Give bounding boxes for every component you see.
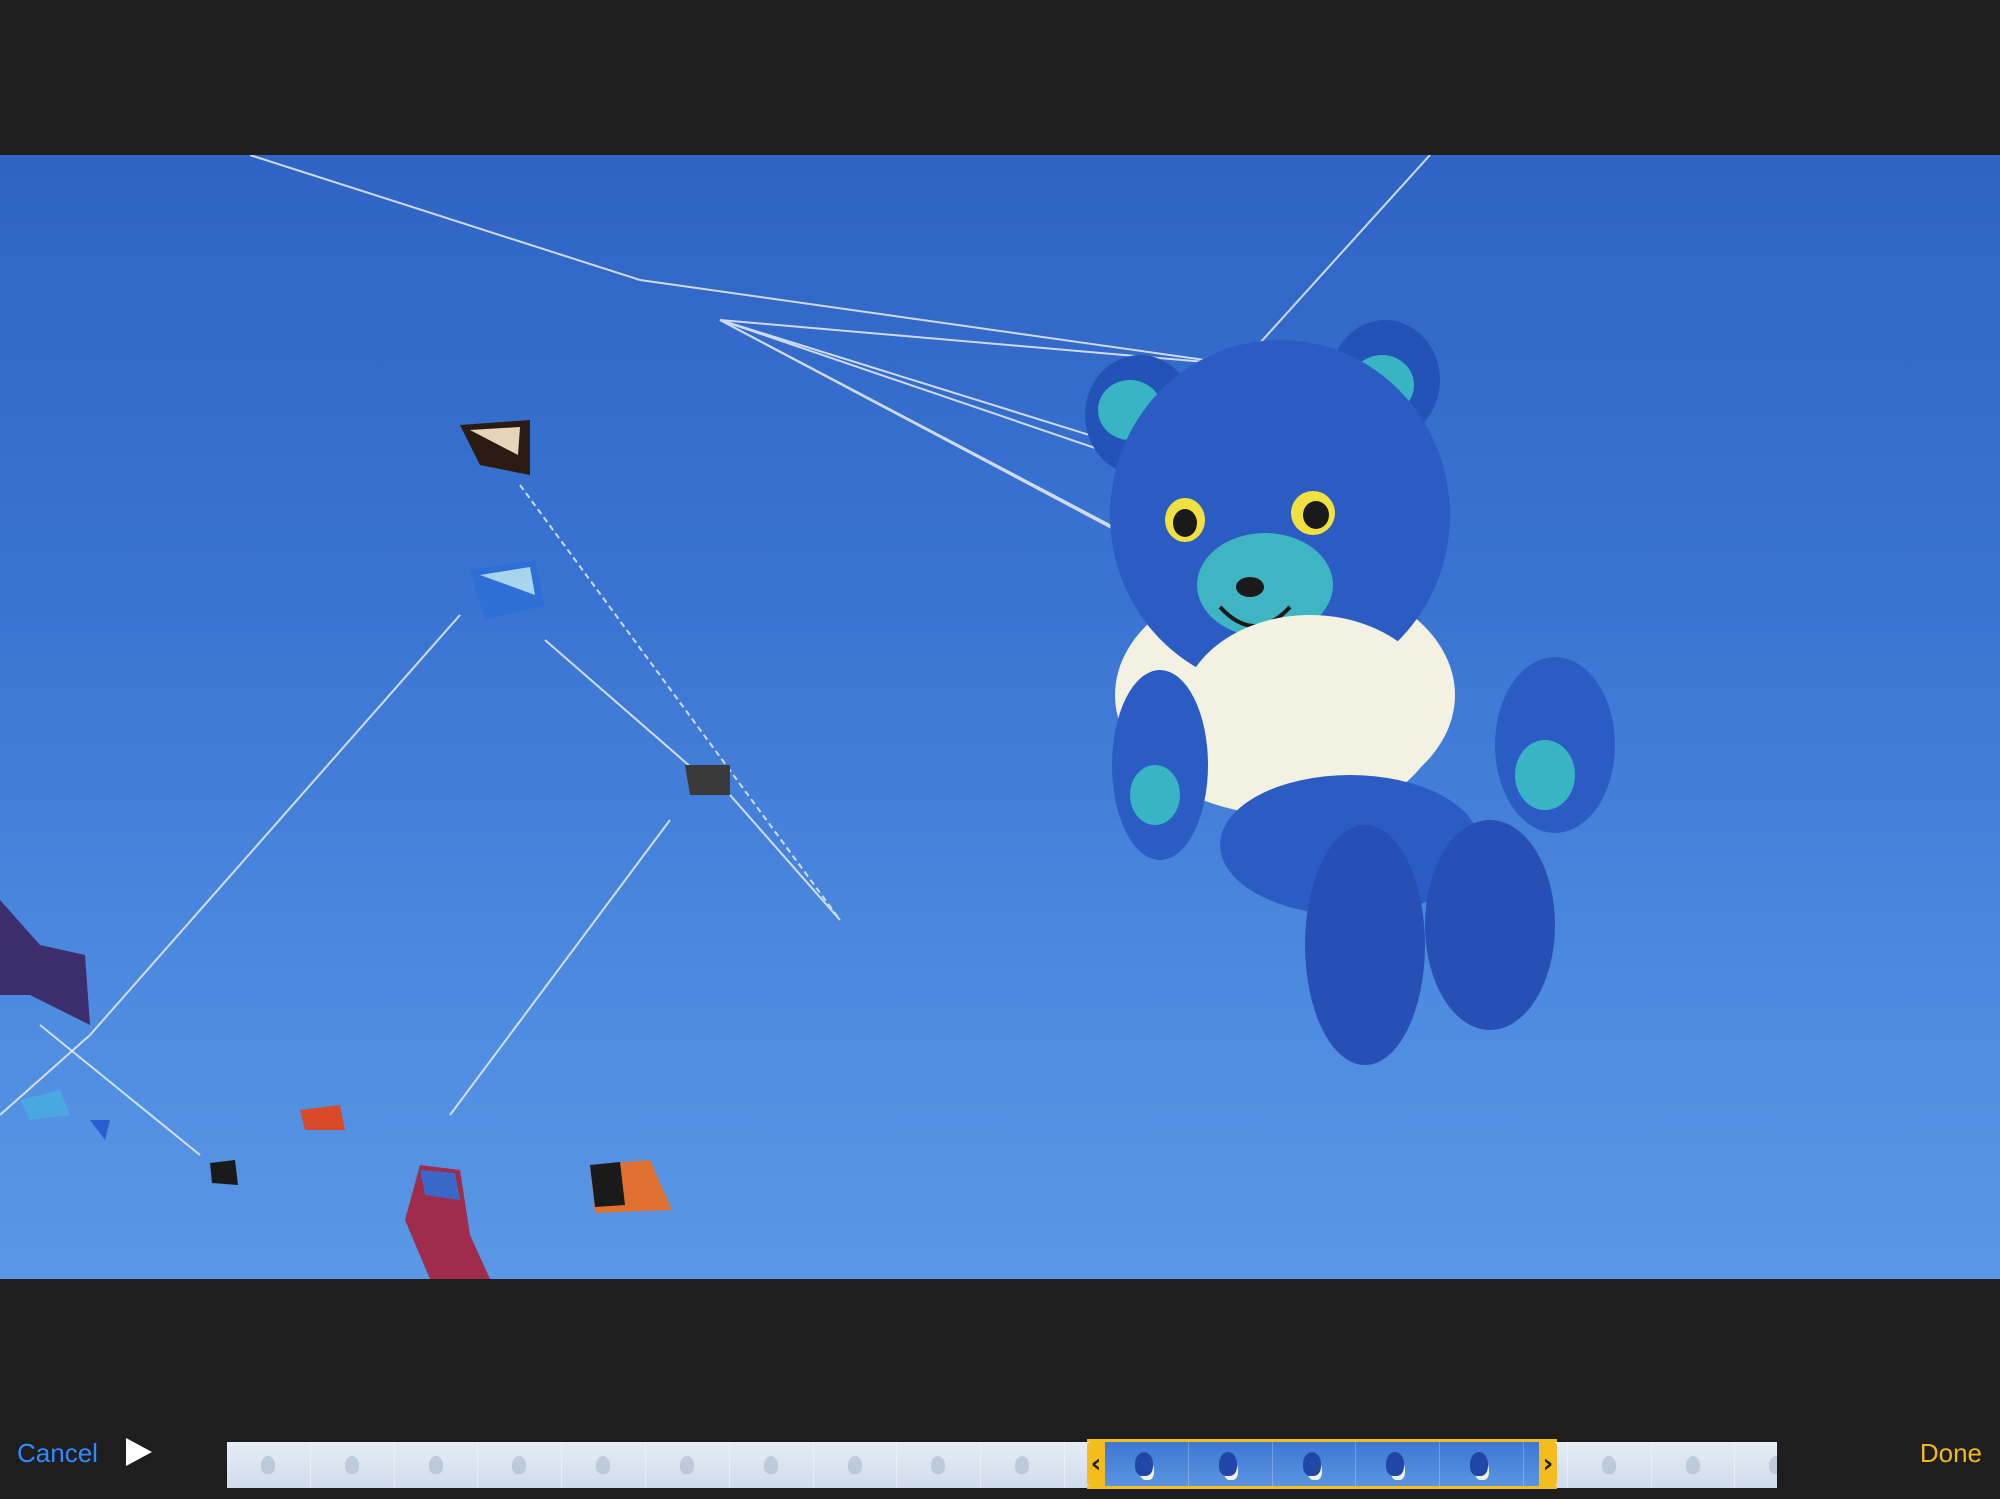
video-frame-image [0,155,1615,1279]
thumbnail-bear-image [763,1456,778,1474]
thumbnail-bear-image [596,1456,611,1474]
selected-thumbnail [1356,1442,1441,1486]
thumbnail-bear-image [261,1456,275,1474]
thumbnail-bear-image [1470,1452,1489,1476]
trim-end-handle[interactable]: › [1539,1442,1557,1486]
thumbnail-bear-image [1218,1452,1237,1476]
filmstrip-thumbnail [897,1442,982,1488]
filmstrip-thumbnail [1567,1442,1652,1488]
filmstrip-thumbnail [645,1442,730,1488]
filmstrip-thumbnail [562,1442,646,1488]
filmstrip-thumbnail [981,1442,1065,1488]
thumbnail-bear-image [512,1456,527,1474]
thumbnail-bear-image [344,1456,359,1474]
trim-selection[interactable]: ‹ › [1087,1439,1557,1489]
selected-thumbnail [1523,1442,1539,1486]
bear-kite-shape [1085,320,1615,1065]
cancel-button[interactable]: Cancel [17,1433,98,1473]
selected-thumbnail [1440,1442,1524,1486]
thumbnail-bear-image [1015,1456,1030,1474]
done-button[interactable]: Done [1920,1433,1982,1473]
thumbnail-bear-image [1685,1456,1700,1474]
chevron-right-icon: › [1542,1449,1554,1479]
thumbnail-bear-image [847,1456,862,1474]
filmstrip-thumbnail [1651,1442,1736,1488]
thumbnail-bear-image [931,1456,946,1474]
selected-frames [1105,1442,1539,1486]
filmstrip-thumbnail [310,1442,395,1488]
thumbnail-bear-image [1135,1452,1153,1476]
video-preview[interactable] [0,155,2000,1279]
thumbnail-bear-image [1302,1452,1321,1476]
filmstrip-thumbnail [394,1442,479,1488]
filmstrip-thumbnail [227,1442,311,1488]
other-kites [0,420,730,1279]
selected-thumbnail [1272,1442,1357,1486]
thumbnail-bear-image [1386,1452,1405,1476]
thumbnail-bear-image [1601,1456,1616,1474]
thumbnail-bear-image [1769,1456,1777,1474]
selected-thumbnail [1188,1442,1273,1486]
selected-thumbnail [1105,1442,1189,1486]
filmstrip-thumbnail [729,1442,814,1488]
play-icon [126,1438,152,1466]
filmstrip-thumbnail [813,1442,898,1488]
trim-toolbar: Cancel Done [0,1420,2000,1499]
thumbnail-bear-image [428,1456,443,1474]
thumbnail-bear-image [679,1456,694,1474]
chevron-left-icon: ‹ [1090,1449,1102,1479]
play-button[interactable] [122,1434,156,1470]
video-trim-editor: Cancel Done ‹ › [0,0,2000,1499]
filmstrip-thumbnail [478,1442,563,1488]
filmstrip-thumbnail [1735,1442,1777,1488]
trim-start-handle[interactable]: ‹ [1087,1442,1105,1486]
